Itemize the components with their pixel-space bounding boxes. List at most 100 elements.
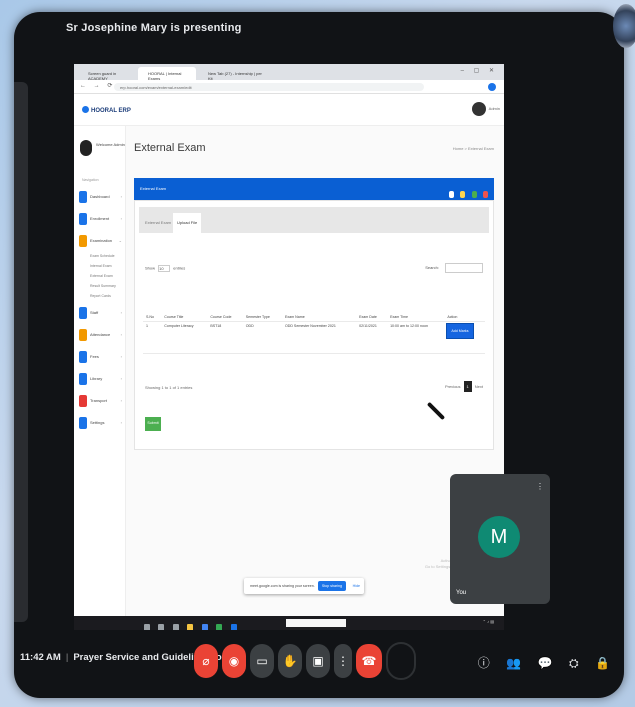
exam-table: S.No Course Title Course Code Semester T…: [143, 297, 485, 354]
collapse-icon[interactable]: [448, 191, 454, 198]
enrollment-icon: [79, 213, 87, 225]
app-logo[interactable]: HOORAL ERP: [82, 106, 131, 114]
attendance-icon: [79, 329, 87, 341]
next-button[interactable]: Next: [475, 384, 483, 389]
sidebar-item-dashboard[interactable]: Dashboard ›: [78, 188, 124, 210]
sidebar-item-transport[interactable]: Transport ›: [78, 392, 124, 414]
submenu-item[interactable]: External Exam: [90, 274, 124, 284]
window-controls[interactable]: – ▢ ✕: [461, 67, 498, 74]
pagination: Previous 1 Next: [445, 381, 483, 392]
chevron-right-icon: ›: [120, 310, 122, 315]
column-header[interactable]: Course Code: [207, 297, 243, 322]
activities-icon[interactable]: ⛭: [569, 656, 579, 671]
submenu-item[interactable]: Internal Exam: [90, 264, 124, 274]
leave-call-icon[interactable]: ☎: [356, 644, 382, 678]
user-avatar[interactable]: [472, 102, 486, 116]
shared-screen: Screen guard in ACADEMY HOORAL | Interna…: [74, 64, 504, 630]
chat-icon[interactable]: 💬: [538, 656, 553, 670]
search-label: Search:: [425, 265, 439, 271]
column-header[interactable]: Exam Time: [387, 297, 445, 322]
column-header[interactable]: Action: [444, 297, 485, 322]
expand-icon[interactable]: [471, 191, 477, 198]
sidebar-item-staff[interactable]: Staff ›: [78, 304, 124, 326]
presenting-label: Sr Josephine Mary is presenting: [66, 22, 242, 34]
captions-icon[interactable]: ▭: [250, 644, 274, 678]
sidebar-item-settings[interactable]: Settings ›: [78, 414, 124, 436]
tab-external-exam[interactable]: External Exam: [141, 213, 175, 233]
entries-select[interactable]: 10: [158, 265, 171, 272]
chevron-right-icon: ›: [120, 398, 122, 403]
url-field[interactable]: erp.hooral.com/exam/external-exam/edit: [114, 83, 424, 91]
present-icon[interactable]: ▣: [306, 644, 330, 678]
avatar: [80, 140, 92, 156]
sidebar-item-attendance[interactable]: Attendance ›: [78, 326, 124, 348]
breadcrumb[interactable]: Home > External Exam: [453, 146, 494, 151]
sidebar-item-label: Settings: [90, 420, 105, 425]
sidebar-item-label: Enrollment: [90, 216, 110, 221]
raise-hand-icon[interactable]: ✋: [278, 644, 302, 678]
card-tabs: External Exam Upload File: [139, 207, 489, 233]
more-icon[interactable]: ⋮: [334, 644, 352, 678]
browser-tab[interactable]: New Tab (27) - Internship | per Kit: [198, 67, 268, 81]
column-header[interactable]: Course Title: [161, 297, 208, 322]
host-controls-icon[interactable]: 🔒: [595, 656, 610, 670]
tab-upload-file[interactable]: Upload File: [173, 213, 202, 233]
sidebar-item-label: Examination: [90, 238, 113, 243]
show-label: Show: [145, 265, 156, 271]
self-avatar: M: [478, 516, 520, 558]
examination-submenu: Exam Schedule Internal Exam External Exa…: [78, 254, 124, 304]
add-marks-button[interactable]: Add Marks: [447, 323, 473, 338]
refresh-icon[interactable]: [460, 191, 466, 198]
sidebar-item-library[interactable]: Library ›: [78, 370, 124, 392]
hide-button[interactable]: Hide: [353, 584, 360, 588]
left-panel-edge: [14, 82, 28, 622]
app-sidebar: Welcome Admin Navigation Dashboard › Enro…: [74, 126, 126, 616]
app-header: HOORAL ERP Admin: [74, 94, 504, 126]
submenu-item[interactable]: Exam Schedule: [90, 254, 124, 264]
browser-tab-active[interactable]: HOORAL | Internal Exams: [138, 67, 196, 81]
page-button[interactable]: 1: [463, 381, 472, 392]
entries-value: 10: [159, 266, 164, 271]
info-icon[interactable]: ⓘ: [478, 654, 490, 671]
entries-label: entries: [173, 265, 186, 271]
column-header[interactable]: Exam Date: [356, 297, 388, 322]
people-icon[interactable]: 👥: [506, 656, 521, 670]
self-label: You: [456, 590, 467, 596]
close-icon[interactable]: [483, 191, 488, 198]
chevron-right-icon: ›: [120, 420, 122, 425]
sidebar-item-enrollment[interactable]: Enrollment ›: [78, 210, 124, 232]
reactions-icon[interactable]: [386, 642, 416, 680]
sidebar-item-label: Library: [90, 376, 103, 381]
table-search: Search:: [425, 263, 483, 273]
prev-button[interactable]: Previous: [445, 384, 461, 389]
main-content: External Exam Home > External Exam Exter…: [126, 126, 498, 616]
self-video-tile[interactable]: ⋮ M You: [450, 474, 550, 604]
search-input[interactable]: [445, 263, 483, 273]
more-options-icon[interactable]: ⋮: [536, 482, 544, 491]
table-info: Showing 1 to 1 of 1 entries: [145, 385, 193, 390]
welcome-block: Welcome Admin: [80, 140, 125, 161]
transport-icon: [79, 395, 87, 407]
column-header[interactable]: Exam Name: [281, 297, 357, 322]
page-title: External Exam: [134, 142, 206, 154]
logo-text: HOORAL ERP: [91, 108, 131, 114]
column-header[interactable]: Semester Type: [242, 297, 282, 322]
profile-icon[interactable]: [488, 83, 496, 91]
submit-button[interactable]: Submit: [145, 417, 161, 431]
stop-sharing-button[interactable]: Stop sharing: [317, 581, 346, 591]
camera-off-icon[interactable]: ◉: [222, 644, 246, 678]
fees-icon: [79, 351, 87, 363]
chevron-right-icon: ›: [120, 216, 122, 221]
submenu-item[interactable]: Report Cards: [90, 294, 124, 304]
mic-off-icon[interactable]: ⌀: [194, 644, 218, 678]
browser-tab[interactable]: Screen guard in ACADEMY: [78, 67, 136, 81]
column-header[interactable]: S.No: [143, 297, 162, 322]
nav-buttons[interactable]: ← → ⟳: [80, 82, 115, 89]
sidebar-item-examination[interactable]: Examination ⌄: [78, 232, 124, 254]
divider: |: [65, 652, 69, 663]
show-entries: Show 10 entries: [145, 265, 185, 272]
browser-tabstrip: Screen guard in ACADEMY HOORAL | Interna…: [74, 64, 504, 81]
submenu-item[interactable]: Result Summary: [90, 284, 124, 294]
sidebar-item-fees[interactable]: Fees ›: [78, 348, 124, 370]
table-row: 1 Computer Literacy BST18 ODD ODD Semest…: [143, 321, 485, 354]
